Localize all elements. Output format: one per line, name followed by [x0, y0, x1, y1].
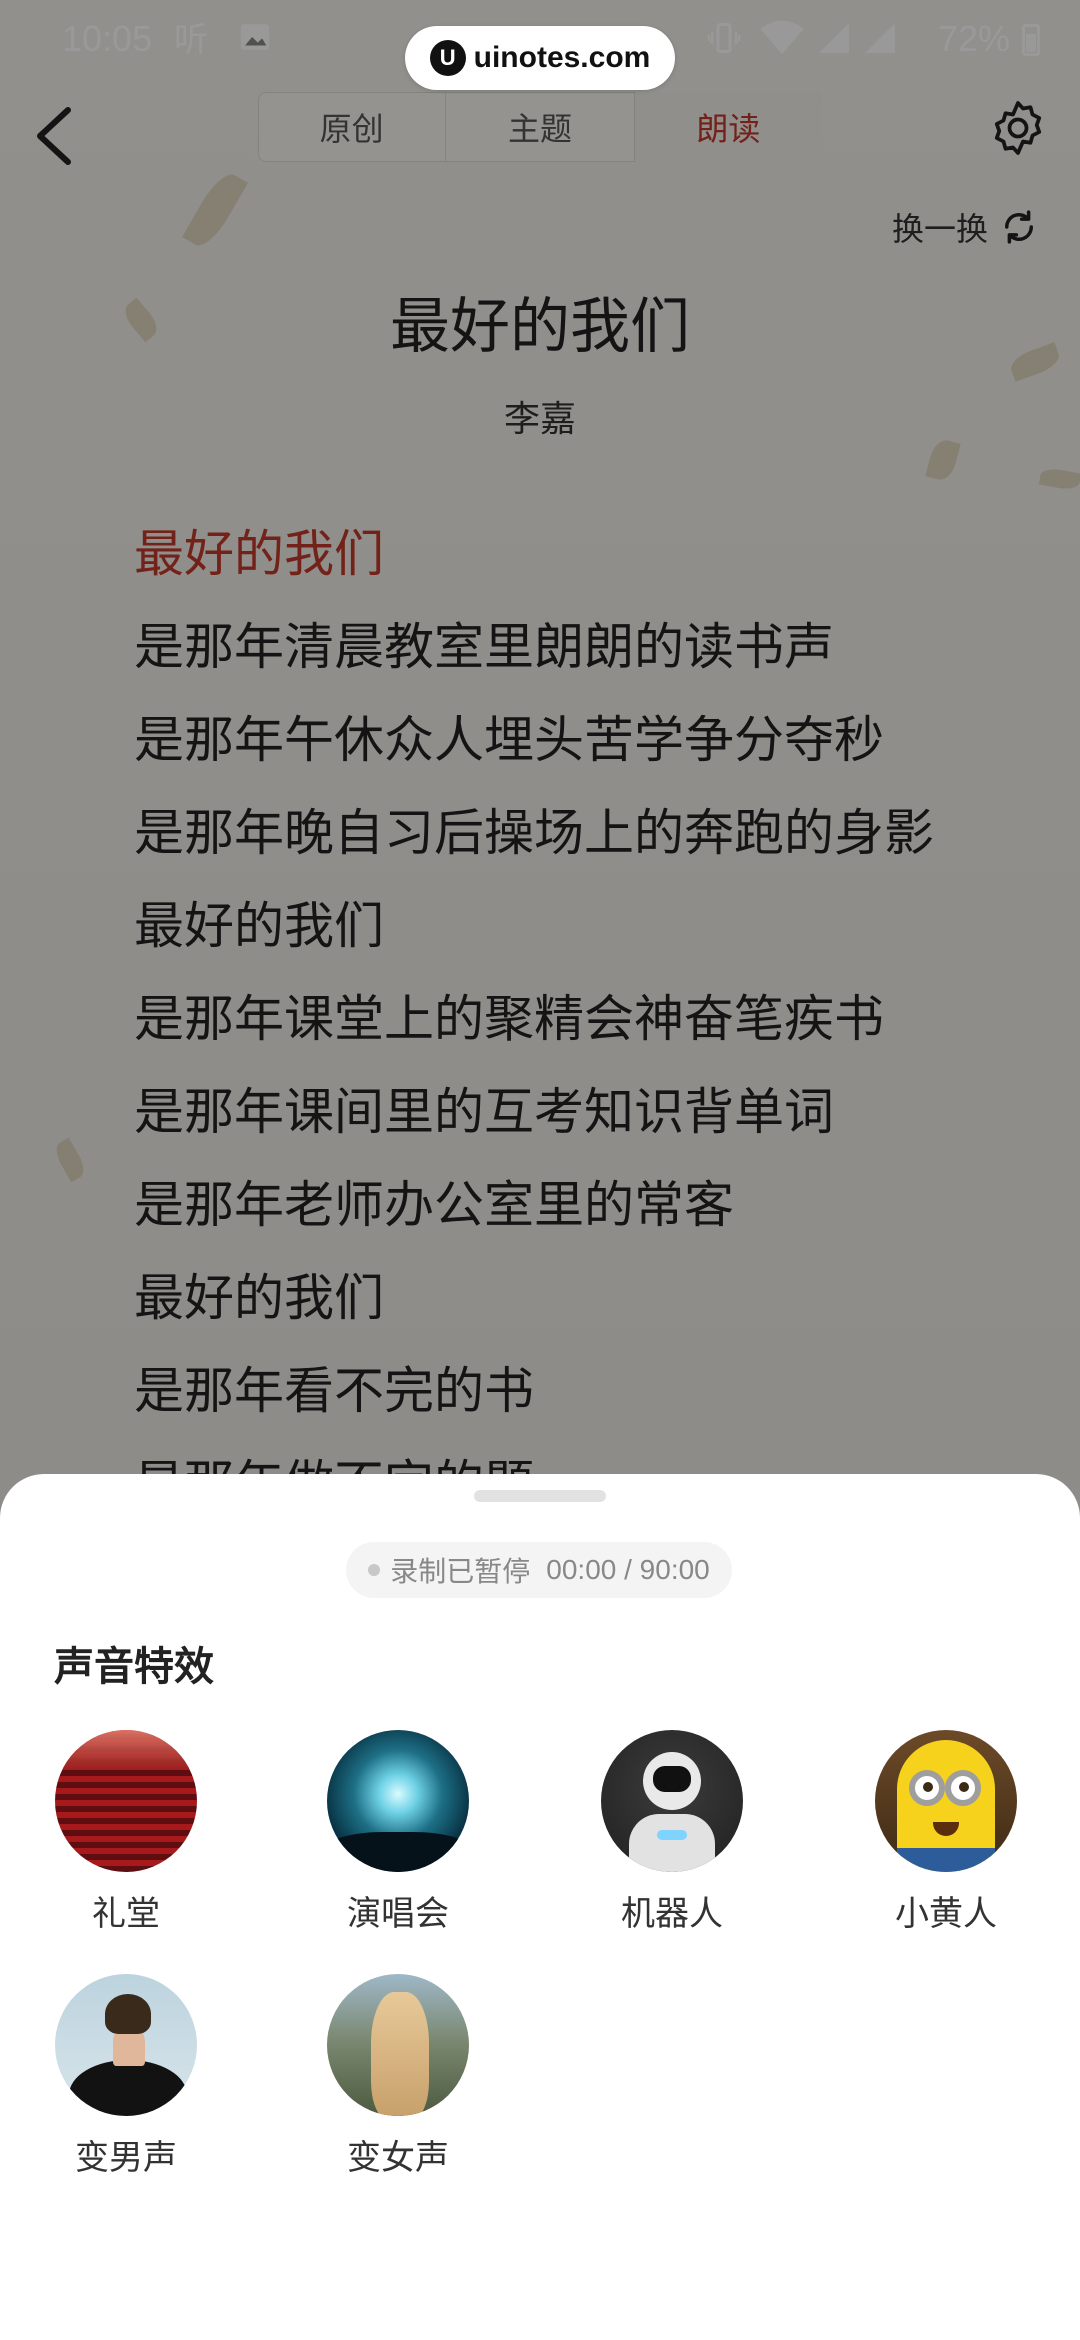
effect-minion[interactable]: 小黄人 — [846, 1730, 1046, 1935]
effect-label: 变女声 — [347, 2138, 449, 2178]
effect-label: 机器人 — [621, 1894, 723, 1934]
effect-label: 礼堂 — [92, 1894, 160, 1934]
auditorium-image — [55, 1730, 197, 1872]
effect-auditorium[interactable]: 礼堂 — [26, 1730, 226, 1935]
record-status-pill: 录制已暂停 00:00 / 90:00 — [346, 1542, 732, 1598]
record-status: 录制已暂停 — [390, 1555, 531, 1588]
watermark-text: uinotes.com — [473, 41, 651, 74]
female-voice-image — [327, 1974, 469, 2116]
effect-label: 演唱会 — [347, 1894, 449, 1934]
watermark-badge: U uinotes.com — [405, 26, 675, 90]
uinotes-logo-icon: U — [429, 40, 466, 76]
record-time: 00:00 / 90:00 — [546, 1554, 710, 1585]
minion-image — [875, 1730, 1017, 1872]
effect-robot[interactable]: 机器人 — [572, 1730, 772, 1935]
concert-image — [327, 1730, 469, 1872]
section-title: 声音特效 — [54, 1644, 214, 1690]
effect-female-voice[interactable]: 变女声 — [298, 1974, 498, 2179]
male-voice-image — [55, 1974, 197, 2116]
drag-handle[interactable] — [474, 1490, 606, 1502]
voice-effects-sheet: 录制已暂停 00:00 / 90:00 声音特效 礼堂 演唱会 机器人 小黄人 … — [0, 1474, 1080, 2340]
effect-male-voice[interactable]: 变男声 — [26, 1974, 226, 2179]
effect-label: 小黄人 — [895, 1894, 997, 1934]
effect-label: 变男声 — [75, 2138, 177, 2178]
robot-image — [601, 1730, 743, 1872]
record-dot-icon — [368, 1564, 381, 1576]
effect-concert[interactable]: 演唱会 — [298, 1730, 498, 1935]
